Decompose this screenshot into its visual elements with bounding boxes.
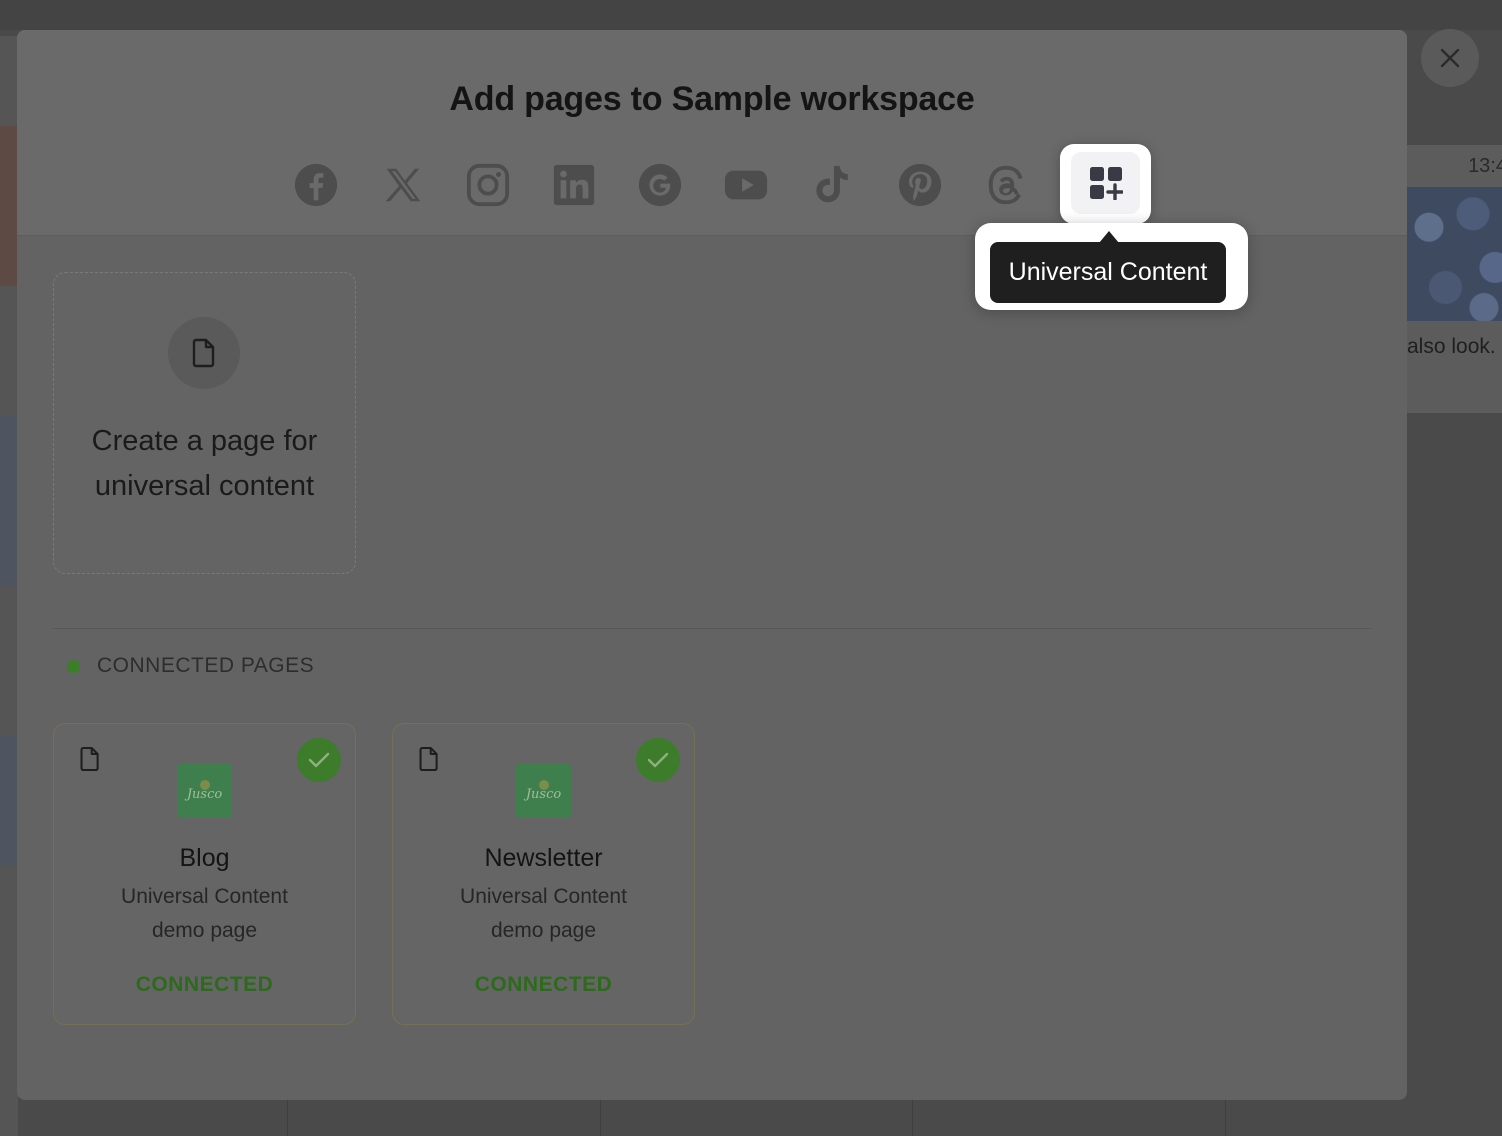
- platform-google[interactable]: [635, 160, 685, 210]
- background-topbar: [0, 0, 1502, 30]
- page-subtitle-line2: demo page: [490, 919, 597, 942]
- page-status: CONNECTED: [135, 973, 274, 996]
- checkmark-icon: [647, 752, 669, 768]
- platform-pinterest[interactable]: [895, 160, 945, 210]
- tooltip: Universal Content: [990, 242, 1226, 303]
- instagram-icon: [466, 163, 510, 207]
- page-subtitle: Universal Content demo page: [94, 880, 315, 948]
- create-card-line1: Create a page for: [91, 425, 318, 457]
- platform-linkedin[interactable]: [549, 160, 599, 210]
- page-status: CONNECTED: [474, 973, 613, 996]
- platform-universal-content[interactable]: [1060, 144, 1151, 238]
- close-icon: [1440, 48, 1460, 68]
- tiktok-icon: [816, 165, 848, 203]
- background-card-time: 13:4: [1468, 155, 1502, 177]
- universal-content-icon: [1089, 167, 1123, 200]
- thumbnail-logo-text: Jusco: [525, 787, 562, 802]
- pinterest-icon: [898, 163, 942, 207]
- platform-youtube[interactable]: [721, 160, 771, 210]
- connected-page-card-newsletter[interactable]: Jusco Newsletter Universal Content demo …: [392, 723, 695, 1025]
- page-subtitle-line2: demo page: [151, 919, 258, 942]
- connected-status-dot: [67, 659, 80, 673]
- platform-instagram[interactable]: [463, 160, 513, 210]
- section-divider: [53, 628, 1371, 629]
- create-card-icon-circle: [168, 317, 240, 389]
- page-subtitle: Universal Content demo page: [433, 880, 654, 948]
- linkedin-icon: [553, 164, 595, 206]
- youtube-icon: [724, 170, 768, 200]
- page-thumbnail: Jusco: [177, 764, 232, 818]
- add-pages-modal: Add pages to Sample workspace Create a p…: [17, 30, 1407, 1100]
- platform-facebook[interactable]: [291, 160, 341, 210]
- checkmark-icon: [308, 752, 330, 768]
- platform-x[interactable]: [377, 160, 427, 210]
- background-post-card: 13:4 also look.: [1393, 145, 1502, 413]
- tooltip-highlight: Universal Content: [975, 223, 1248, 310]
- background-left-strip: [0, 36, 18, 1136]
- connected-pages-header: CONNECTED PAGES: [67, 654, 314, 678]
- background-card-image: [1407, 187, 1502, 321]
- threads-icon: [988, 165, 1023, 205]
- platform-threads[interactable]: [981, 160, 1031, 210]
- close-modal-button[interactable]: [1421, 29, 1479, 87]
- page-subtitle-line1: Universal Content: [460, 885, 627, 908]
- connected-pages-label: CONNECTED PAGES: [97, 654, 315, 677]
- background-card-text: also look.: [1407, 335, 1496, 358]
- connected-check-badge: [297, 738, 341, 782]
- document-icon: [419, 746, 438, 772]
- document-icon: [192, 338, 215, 368]
- facebook-icon: [294, 163, 338, 207]
- universal-content-button-face: [1071, 152, 1140, 214]
- thumbnail-logo-text: Jusco: [186, 787, 223, 802]
- connected-page-card-blog[interactable]: Jusco Blog Universal Content demo page C…: [53, 723, 356, 1025]
- modal-header: Add pages to Sample workspace: [17, 30, 1407, 236]
- background-bottom-grid: [0, 1100, 1502, 1136]
- page-thumbnail: Jusco: [516, 764, 571, 818]
- modal-title: Add pages to Sample workspace: [449, 80, 975, 118]
- google-icon: [638, 163, 682, 207]
- platform-selector: [17, 160, 1407, 210]
- platform-tiktok[interactable]: [807, 160, 857, 210]
- create-card-line2: universal content: [94, 470, 315, 502]
- page-name: Blog: [179, 844, 230, 872]
- page-subtitle-line1: Universal Content: [121, 885, 288, 908]
- create-universal-page-card[interactable]: Create a page for universal content: [53, 272, 356, 574]
- x-icon: [385, 168, 421, 202]
- page-name: Newsletter: [484, 844, 603, 872]
- create-card-text: Create a page for universal content: [54, 419, 355, 509]
- connected-check-badge: [636, 738, 680, 782]
- document-icon: [80, 746, 99, 772]
